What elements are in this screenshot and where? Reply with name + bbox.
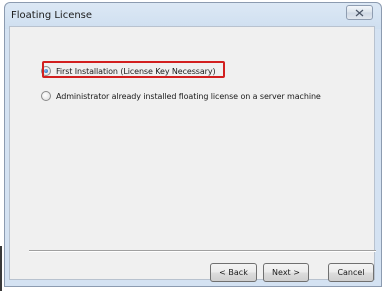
next-button[interactable]: Next > (263, 263, 309, 282)
back-button[interactable]: < Back (210, 263, 257, 282)
option-administrator-installed-label[interactable]: Administrator already installed floating… (56, 92, 321, 101)
background-window-edge (0, 246, 2, 291)
option-first-installation[interactable]: First Installation (License Key Necessar… (41, 66, 216, 76)
option-first-installation-label[interactable]: First Installation (License Key Necessar… (56, 67, 216, 76)
close-button[interactable] (346, 5, 373, 20)
option-administrator-installed[interactable]: Administrator already installed floating… (41, 91, 321, 101)
close-icon (355, 9, 364, 17)
dialog-content: First Installation (License Key Necessar… (9, 26, 376, 282)
radio-first-installation[interactable] (41, 66, 51, 76)
radio-administrator-installed[interactable] (41, 91, 51, 101)
window-title: Floating License (11, 10, 93, 21)
button-separator (29, 250, 376, 252)
cancel-button[interactable]: Cancel (328, 263, 374, 282)
